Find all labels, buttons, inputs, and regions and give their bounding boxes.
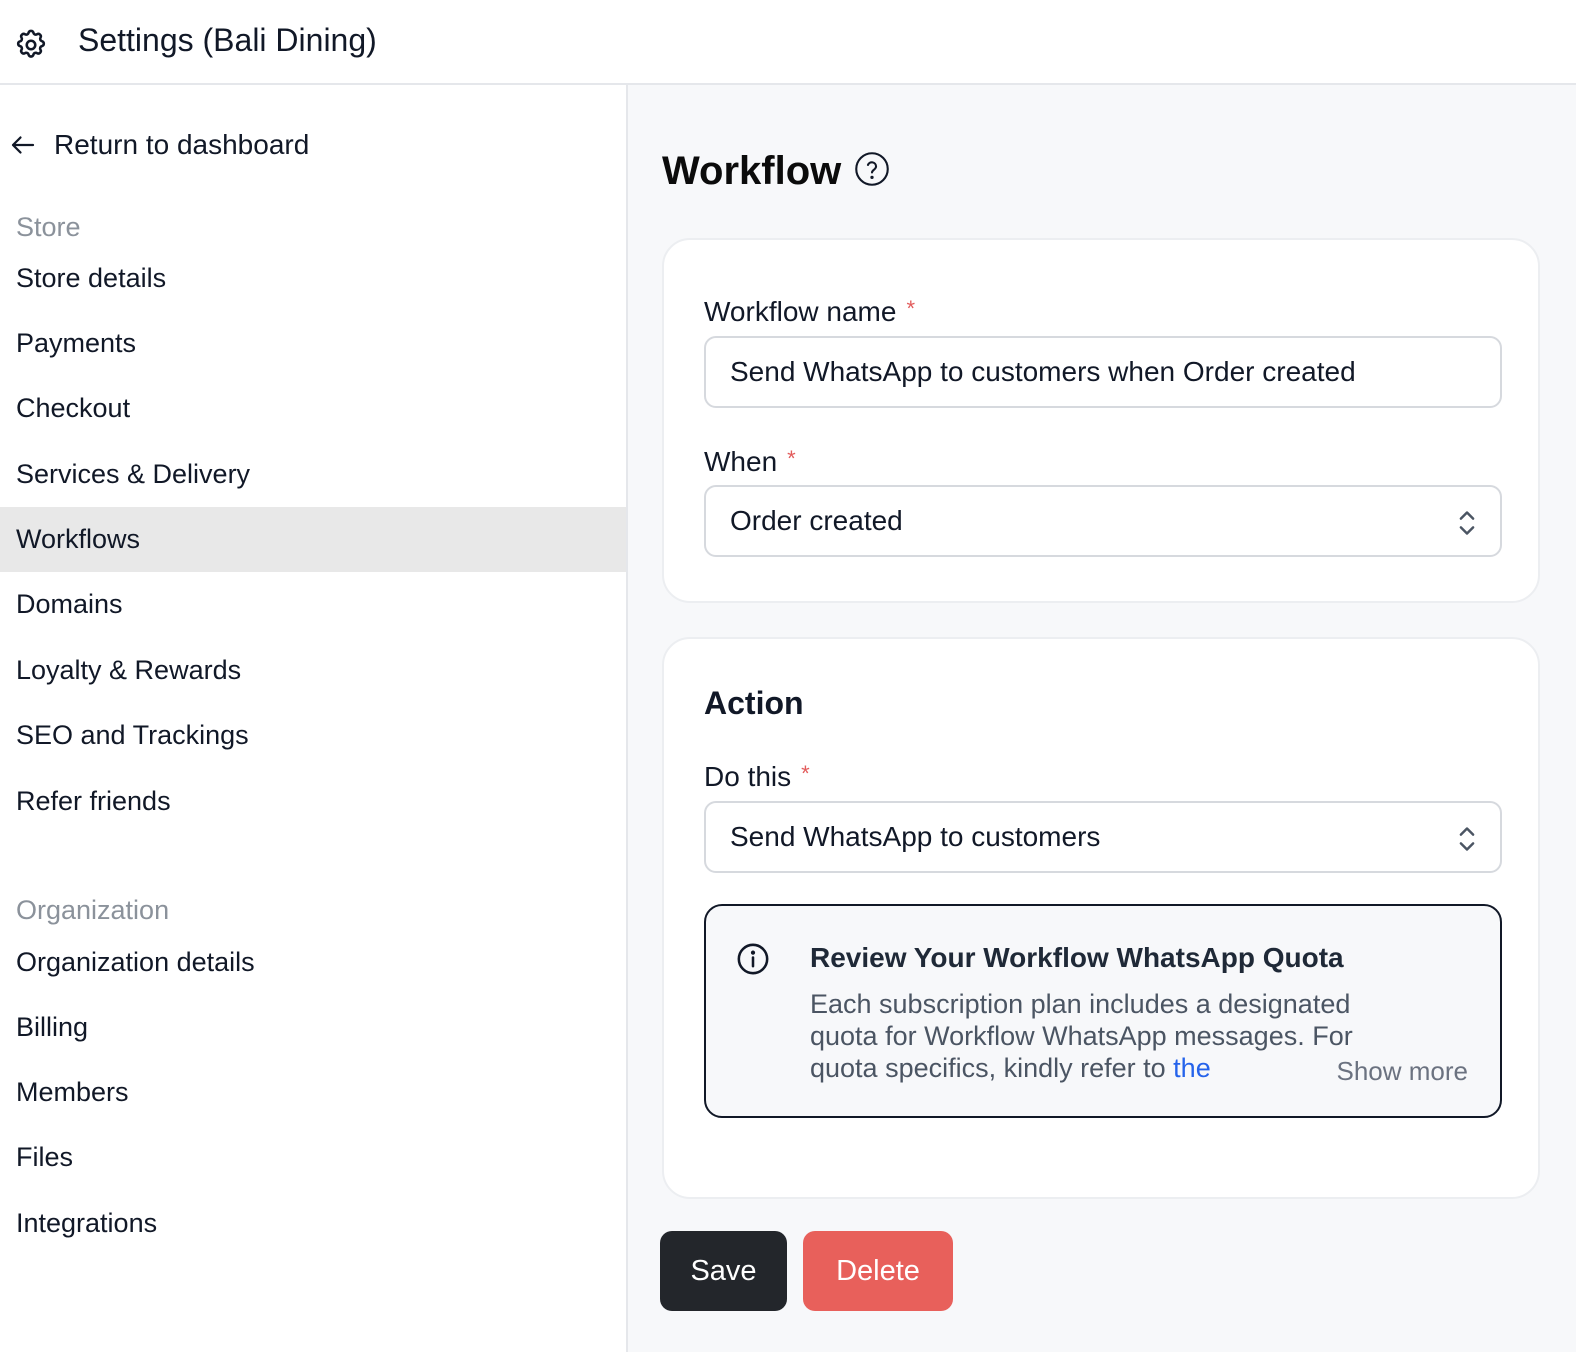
required-marker: * <box>906 296 915 321</box>
quota-info-alert: Review Your Workflow WhatsApp Quota Each… <box>704 904 1502 1118</box>
do-this-select-value: Send WhatsApp to customers <box>730 821 1101 852</box>
when-label-text: When <box>704 446 778 477</box>
sidebar-item-seo-trackings[interactable]: SEO and Trackings <box>0 703 626 768</box>
sidebar-item-domains[interactable]: Domains <box>0 572 626 637</box>
info-circle-icon <box>737 943 769 975</box>
when-select-value: Order created <box>730 505 903 536</box>
chevron-up-down-icon <box>1459 827 1475 851</box>
do-this-select[interactable]: Send WhatsApp to customers <box>704 801 1502 873</box>
when-label: When * <box>704 446 796 478</box>
sidebar-section-store: Store <box>16 212 81 242</box>
sidebar-item-refer-friends[interactable]: Refer friends <box>0 769 626 834</box>
gear-icon <box>16 29 46 58</box>
show-more-button[interactable]: Show more <box>1256 1056 1468 1087</box>
required-marker: * <box>801 761 810 786</box>
chevron-up-down-icon <box>1459 511 1475 535</box>
sidebar-item-services-delivery[interactable]: Services & Delivery <box>0 442 626 507</box>
top-bar: Settings (Bali Dining) <box>0 0 1576 85</box>
page-header-title: Settings (Bali Dining) <box>78 22 377 58</box>
action-section-title: Action <box>704 685 804 721</box>
workflow-name-label-text: Workflow name <box>704 296 897 327</box>
sidebar-item-billing[interactable]: Billing <box>0 995 626 1060</box>
sidebar-item-files[interactable]: Files <box>0 1125 626 1190</box>
arrow-left-icon <box>11 136 35 154</box>
sidebar-section-organization: Organization <box>16 895 170 925</box>
main-content: Workflow Workflow name * Send WhatsApp to… <box>628 85 1576 1352</box>
workflow-name-value: Send WhatsApp to customers when Order cr… <box>730 356 1356 387</box>
sidebar-item-checkout[interactable]: Checkout <box>0 376 626 441</box>
sidebar-item-organization-details[interactable]: Organization details <box>0 930 626 995</box>
help-circle-icon[interactable] <box>854 151 890 187</box>
workflow-name-input[interactable]: Send WhatsApp to customers when Order cr… <box>704 336 1502 408</box>
sidebar-item-members[interactable]: Members <box>0 1060 626 1125</box>
return-to-dashboard-label: Return to dashboard <box>54 129 310 160</box>
sidebar-item-loyalty-rewards[interactable]: Loyalty & Rewards <box>0 638 626 703</box>
quota-info-title: Review Your Workflow WhatsApp Quota <box>810 942 1344 973</box>
sidebar-item-payments[interactable]: Payments <box>0 311 626 376</box>
sidebar-item-integrations[interactable]: Integrations <box>0 1191 626 1256</box>
sidebar-item-workflows[interactable]: Workflows <box>0 507 626 572</box>
do-this-label-text: Do this <box>704 761 792 792</box>
sidebar-item-store-details[interactable]: Store details <box>0 246 626 311</box>
delete-button[interactable]: Delete <box>803 1231 953 1311</box>
workflow-trigger-card: Workflow name * Send WhatsApp to customer… <box>662 238 1540 603</box>
when-select[interactable]: Order created <box>704 485 1502 557</box>
workflow-action-card: Action Do this * Send WhatsApp to custome… <box>662 637 1540 1199</box>
quota-info-link[interactable]: the <box>1173 1053 1211 1083</box>
required-marker: * <box>787 446 796 471</box>
page-title: Workflow <box>662 149 842 193</box>
workflow-name-label: Workflow name * <box>704 296 915 328</box>
settings-sidebar: Return to dashboard Store Store details … <box>0 85 628 1352</box>
save-button[interactable]: Save <box>660 1231 787 1311</box>
return-to-dashboard-link[interactable]: Return to dashboard <box>8 125 309 165</box>
do-this-label: Do this * <box>704 761 810 793</box>
